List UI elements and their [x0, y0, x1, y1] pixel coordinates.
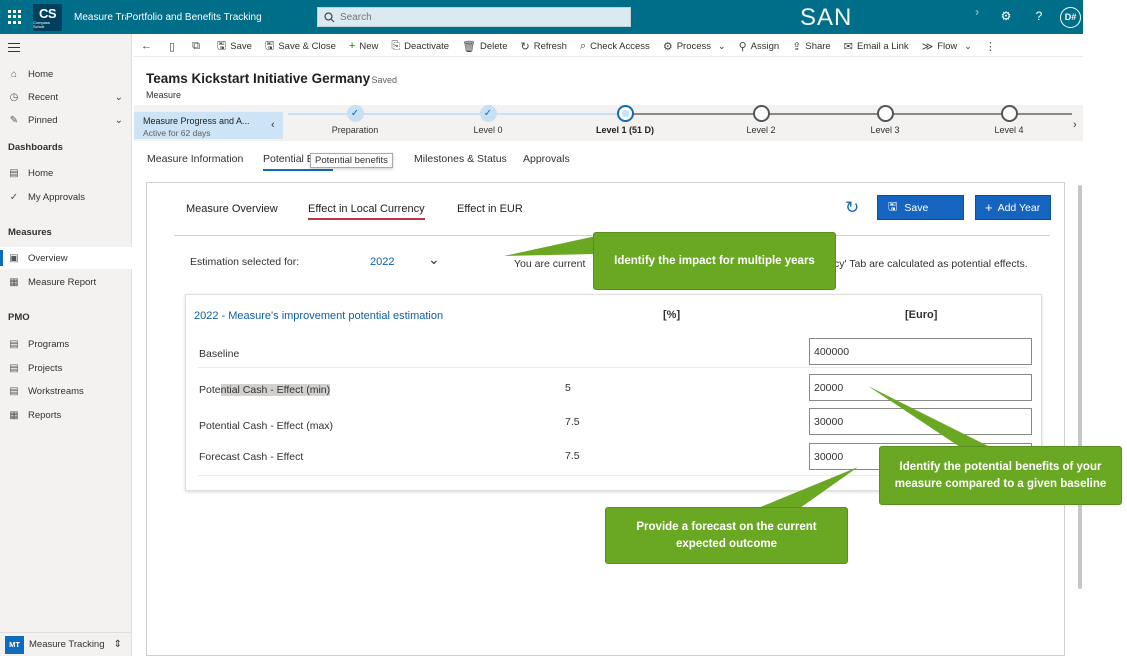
callout-pointer-potential-benefits	[868, 386, 990, 447]
callout-pointer-forecast	[758, 467, 858, 508]
callout-multi-years: Identify the impact for multiple years	[593, 232, 836, 290]
callout-forecast: Provide a forecast on the current expect…	[605, 507, 848, 564]
callout-potential-benefits: Identify the potential benefits of your …	[879, 446, 1122, 505]
callout-pointer-multi-years	[504, 236, 596, 256]
callout-pointers	[504, 236, 990, 508]
